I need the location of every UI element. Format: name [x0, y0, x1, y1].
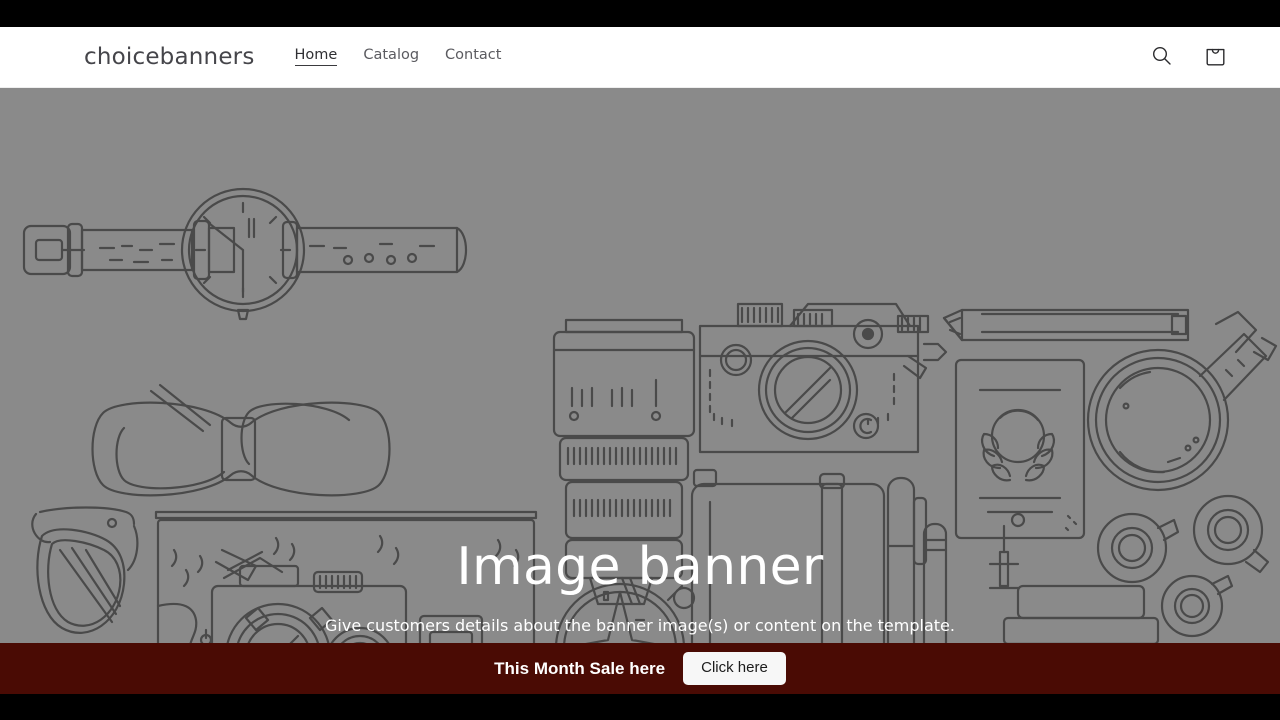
hero-text-overlay: Image banner Give customers details abou… — [0, 88, 1280, 643]
hero-subtitle: Give customers details about the banner … — [325, 615, 955, 635]
bottom-black-bar — [0, 694, 1280, 720]
promo-text: This Month Sale here — [494, 659, 666, 678]
browser-page: choicebanners Home Catalog Contact Image… — [0, 0, 1280, 720]
top-black-bar — [0, 0, 1280, 27]
hero-title: Image banner — [456, 537, 824, 598]
main-navigation: Home Catalog Contact — [294, 48, 501, 67]
site-logo[interactable]: choicebanners — [84, 45, 255, 69]
search-icon — [1151, 45, 1172, 69]
nav-link-catalog[interactable]: Catalog — [363, 48, 419, 66]
promo-banner: This Month Sale here Click here — [0, 643, 1280, 694]
shopping-bag-icon — [1205, 45, 1226, 70]
cart-button[interactable] — [1198, 40, 1232, 74]
search-button[interactable] — [1144, 40, 1178, 74]
header-actions — [1144, 40, 1232, 74]
site-header: choicebanners Home Catalog Contact — [0, 27, 1280, 88]
nav-link-home[interactable]: Home — [294, 48, 338, 67]
nav-link-contact[interactable]: Contact — [445, 48, 501, 66]
promo-click-here-button[interactable]: Click here — [683, 652, 786, 685]
hero-image-banner: Image banner Give customers details abou… — [0, 88, 1280, 643]
